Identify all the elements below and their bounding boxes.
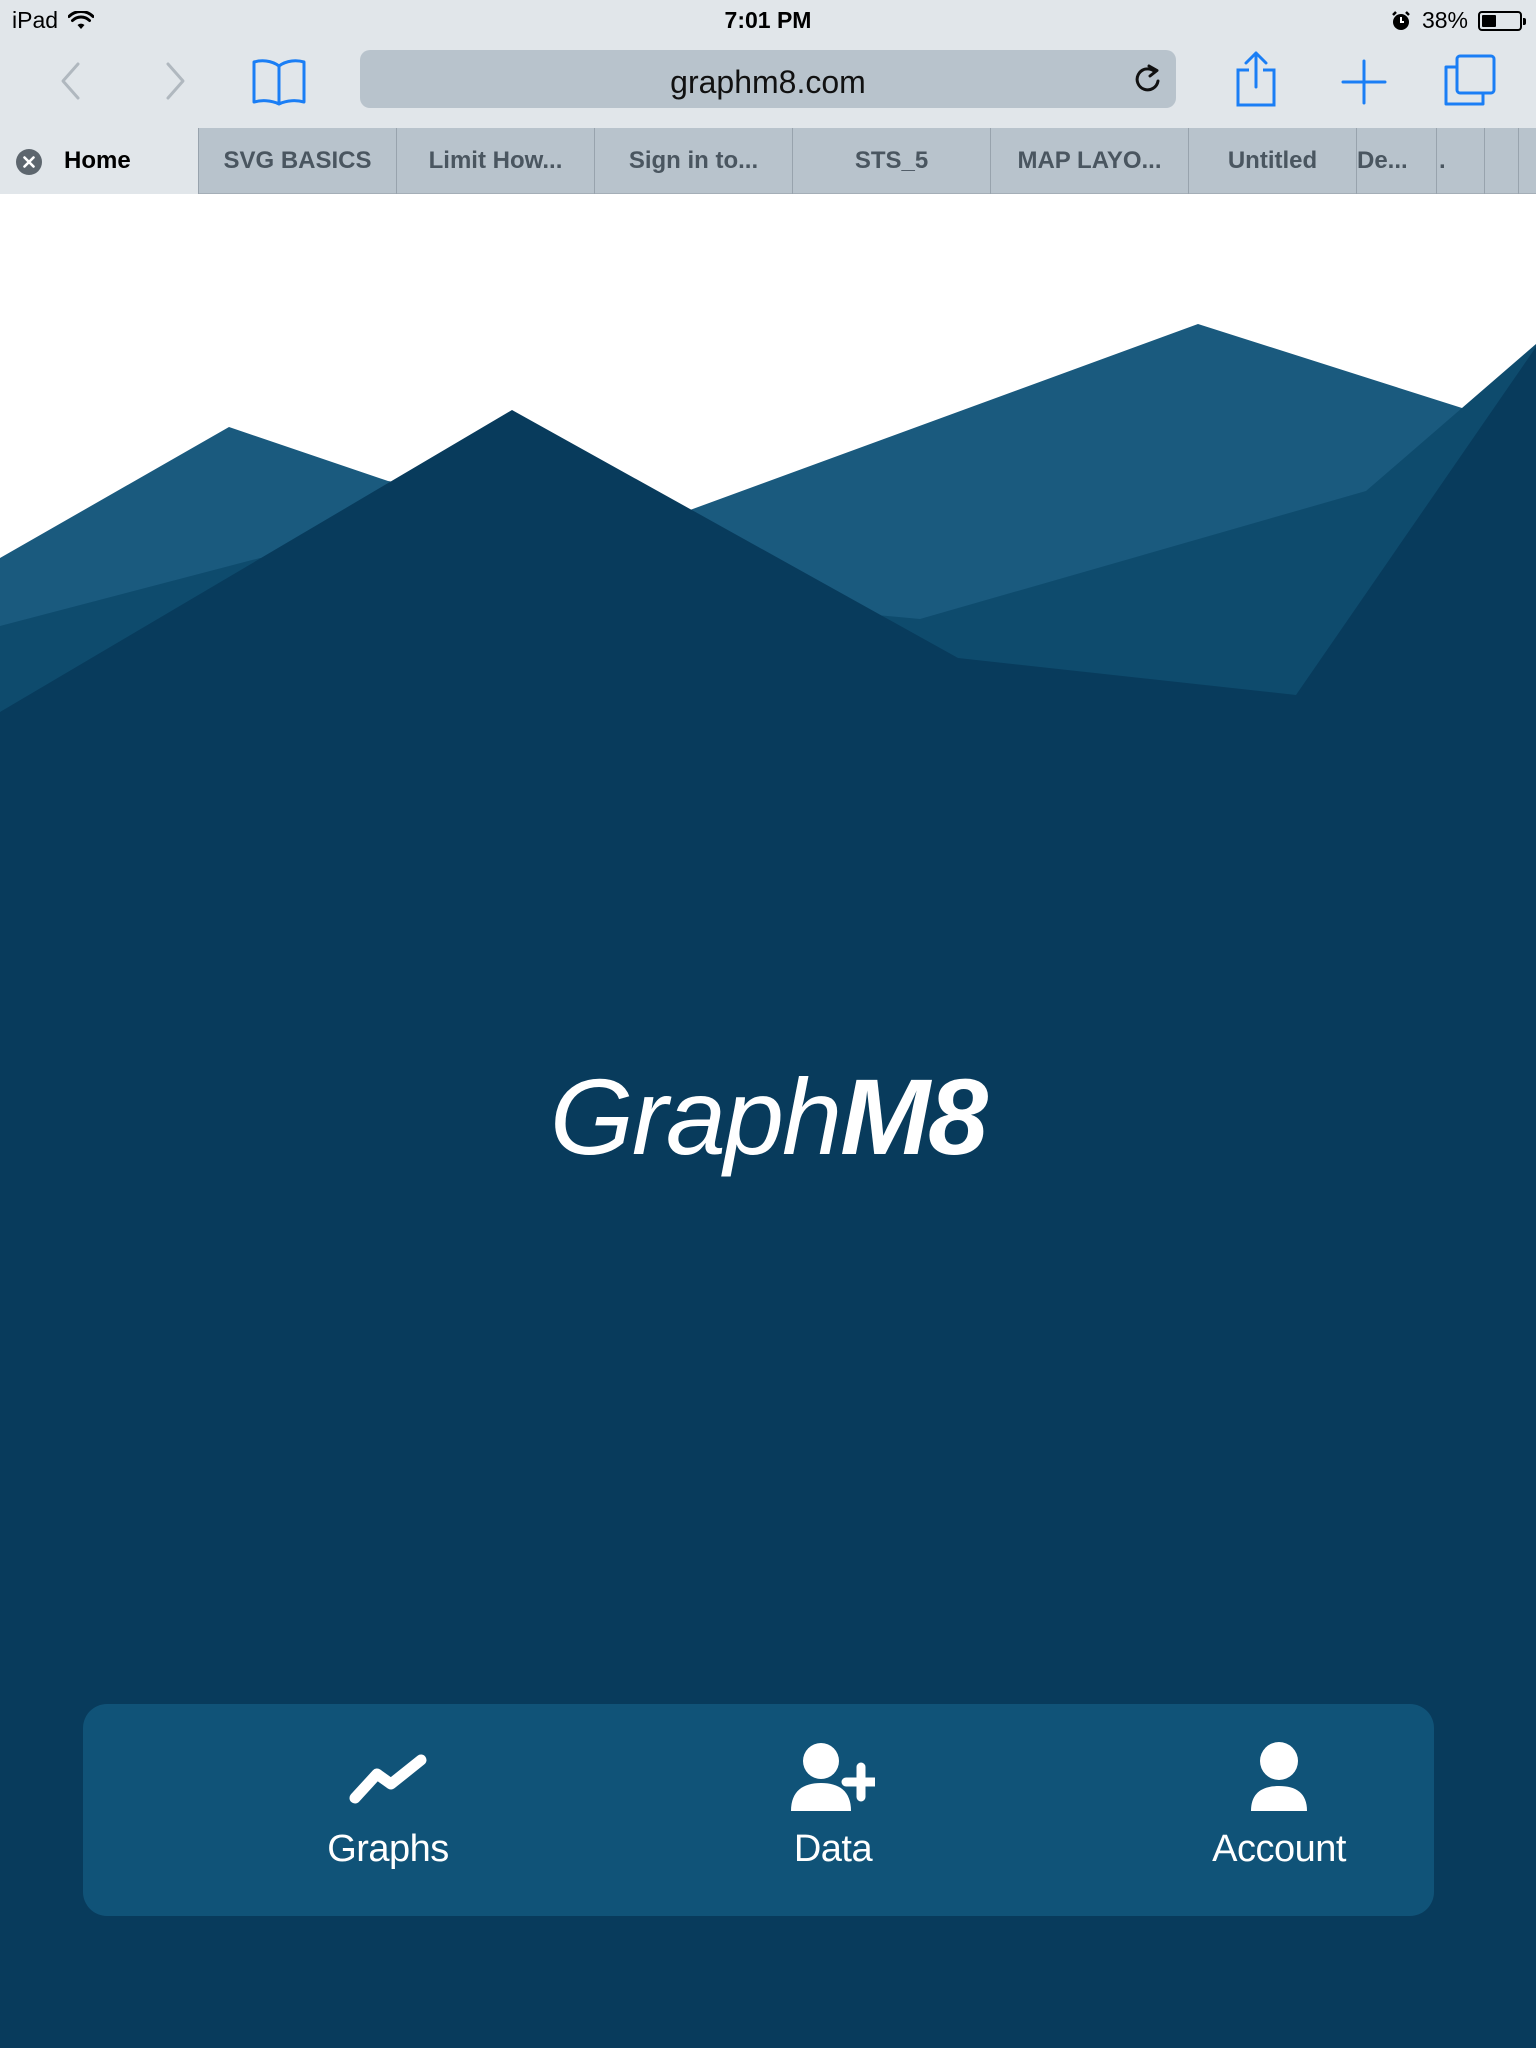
tab-bar: Home SVG BASICS Limit How... Sign in to.… — [0, 128, 1536, 194]
tab-map-layout[interactable]: MAP LAYO... — [990, 128, 1188, 194]
tab-sts-5[interactable]: STS_5 — [792, 128, 990, 194]
tab-limit-how[interactable]: Limit How... — [396, 128, 594, 194]
tab-label: De... — [1357, 147, 1408, 174]
tab-collapsed[interactable]: . — [1436, 128, 1484, 194]
graph-line-icon — [349, 1754, 427, 1804]
tab-edge — [1518, 128, 1536, 194]
user-icon — [1251, 1742, 1307, 1811]
url-text: graphm8.com — [670, 64, 866, 100]
battery-icon — [1478, 10, 1526, 31]
nav-data-label: Data — [793, 1828, 873, 1870]
status-time: 7:01 PM — [724, 7, 812, 33]
tab-close-button[interactable] — [16, 149, 42, 175]
tabs-icon — [1444, 54, 1496, 106]
browser-toolbar: graphm8.com — [0, 40, 1536, 128]
alarm-icon — [1392, 10, 1410, 30]
new-tab-icon — [1341, 59, 1387, 105]
app-logo: GraphM8 — [0, 1054, 1536, 1179]
nav-account-button[interactable]: Account — [1129, 1704, 1429, 1916]
nav-graphs-label: Graphs — [327, 1828, 449, 1870]
battery-percent: 38% — [1421, 7, 1468, 33]
forward-button[interactable] — [154, 56, 198, 106]
share-button[interactable] — [1228, 46, 1284, 112]
tab-label: MAP LAYO... — [1017, 147, 1162, 174]
tab-label: Home — [64, 147, 131, 174]
tabs-overview-button[interactable] — [1440, 50, 1500, 110]
battery-level — [1482, 14, 1496, 27]
tab-label: Untitled — [1227, 147, 1318, 174]
reload-button[interactable] — [1132, 62, 1164, 101]
nav-graphs-button[interactable]: Graphs — [238, 1704, 538, 1916]
tab-label: Limit How... — [428, 147, 563, 174]
page-content: GraphM8 Graphs Data Account — [0, 194, 1536, 2048]
tab-de[interactable]: De... — [1356, 128, 1436, 194]
bookmarks-button[interactable] — [248, 52, 310, 110]
forward-icon — [166, 62, 185, 100]
logo-text-bold: M8 — [840, 1056, 988, 1177]
tab-label: SVG BASICS — [223, 147, 372, 174]
bookmarks-icon — [252, 59, 306, 106]
status-bar: iPad 7:01 PM 38% — [0, 0, 1536, 40]
tab-svg-basics[interactable]: SVG BASICS — [198, 128, 396, 194]
main-nav-panel: Graphs Data Account — [83, 1704, 1434, 1916]
nav-data-button[interactable]: Data — [683, 1704, 983, 1916]
add-user-icon — [791, 1743, 875, 1811]
back-icon — [61, 62, 80, 100]
nav-account-label: Account — [1212, 1828, 1346, 1870]
tab-label: STS_5 — [854, 147, 929, 174]
tab-untitled[interactable]: Untitled — [1188, 128, 1356, 194]
logo-text-light: Graph — [549, 1056, 842, 1177]
tab-collapsed-2[interactable] — [1484, 128, 1518, 194]
tab-label: Sign in to... — [628, 147, 759, 174]
tab-home[interactable]: Home — [0, 128, 198, 194]
share-icon — [1236, 51, 1276, 107]
back-button[interactable] — [48, 56, 92, 106]
tab-sign-in[interactable]: Sign in to... — [594, 128, 792, 194]
address-bar[interactable]: graphm8.com — [360, 50, 1176, 108]
close-icon — [23, 156, 35, 168]
reload-icon — [1135, 64, 1160, 92]
tab-label: . — [1439, 147, 1446, 174]
new-tab-button[interactable] — [1336, 54, 1392, 110]
